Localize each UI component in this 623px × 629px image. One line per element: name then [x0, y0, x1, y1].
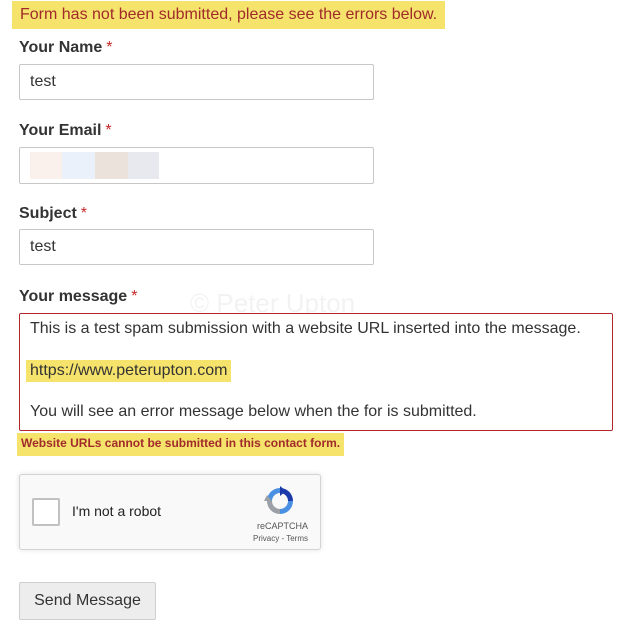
- name-label: Your Name *: [19, 39, 113, 57]
- subject-input[interactable]: [19, 229, 374, 265]
- message-textarea[interactable]: This is a test spam submission with a we…: [19, 313, 613, 431]
- subject-required-marker: *: [80, 205, 88, 222]
- name-input[interactable]: [19, 64, 374, 100]
- email-label: Your Email *: [19, 122, 112, 140]
- recaptcha-link-separator: -: [281, 534, 285, 543]
- message-label-text: Your message: [19, 288, 128, 305]
- name-required-marker: *: [106, 39, 113, 56]
- message-required-marker: *: [131, 288, 138, 305]
- recaptcha-logo-icon: [264, 486, 293, 514]
- subject-label: Subject *: [19, 205, 87, 223]
- recaptcha-links: Privacy - Terms: [253, 534, 308, 543]
- recaptcha-privacy-link[interactable]: Privacy: [253, 534, 279, 543]
- recaptcha-widget: I'm not a robot reCAPTCHA Privacy - Term…: [19, 474, 321, 550]
- email-obscured-block-1: [30, 152, 62, 179]
- contact-form-page: Form has not been submitted, please see …: [0, 0, 623, 629]
- message-url-highlight: https://www.peterupton.com: [26, 360, 232, 382]
- email-required-marker: *: [105, 122, 112, 139]
- recaptcha-brand: reCAPTCHA: [256, 521, 308, 531]
- message-line-3: You will see an error message below when…: [30, 403, 477, 420]
- email-input[interactable]: [19, 147, 374, 184]
- form-error-banner: Form has not been submitted, please see …: [12, 1, 446, 29]
- message-error: Website URLs cannot be submitted in this…: [17, 433, 345, 456]
- message-line-1: This is a test spam submission with a we…: [30, 320, 581, 337]
- email-obscured-block-4: [128, 152, 159, 179]
- subject-label-text: Subject: [19, 205, 77, 222]
- email-obscured-block-2: [62, 152, 95, 179]
- email-label-text: Your Email: [19, 122, 102, 139]
- message-label: Your message *: [19, 288, 137, 306]
- recaptcha-terms-link[interactable]: Terms: [286, 534, 308, 543]
- recaptcha-checkbox[interactable]: [32, 498, 60, 526]
- name-label-text: Your Name: [19, 39, 103, 56]
- email-obscured-block-3: [95, 152, 128, 179]
- recaptcha-label: I'm not a robot: [72, 503, 162, 519]
- send-message-button[interactable]: Send Message: [19, 582, 156, 620]
